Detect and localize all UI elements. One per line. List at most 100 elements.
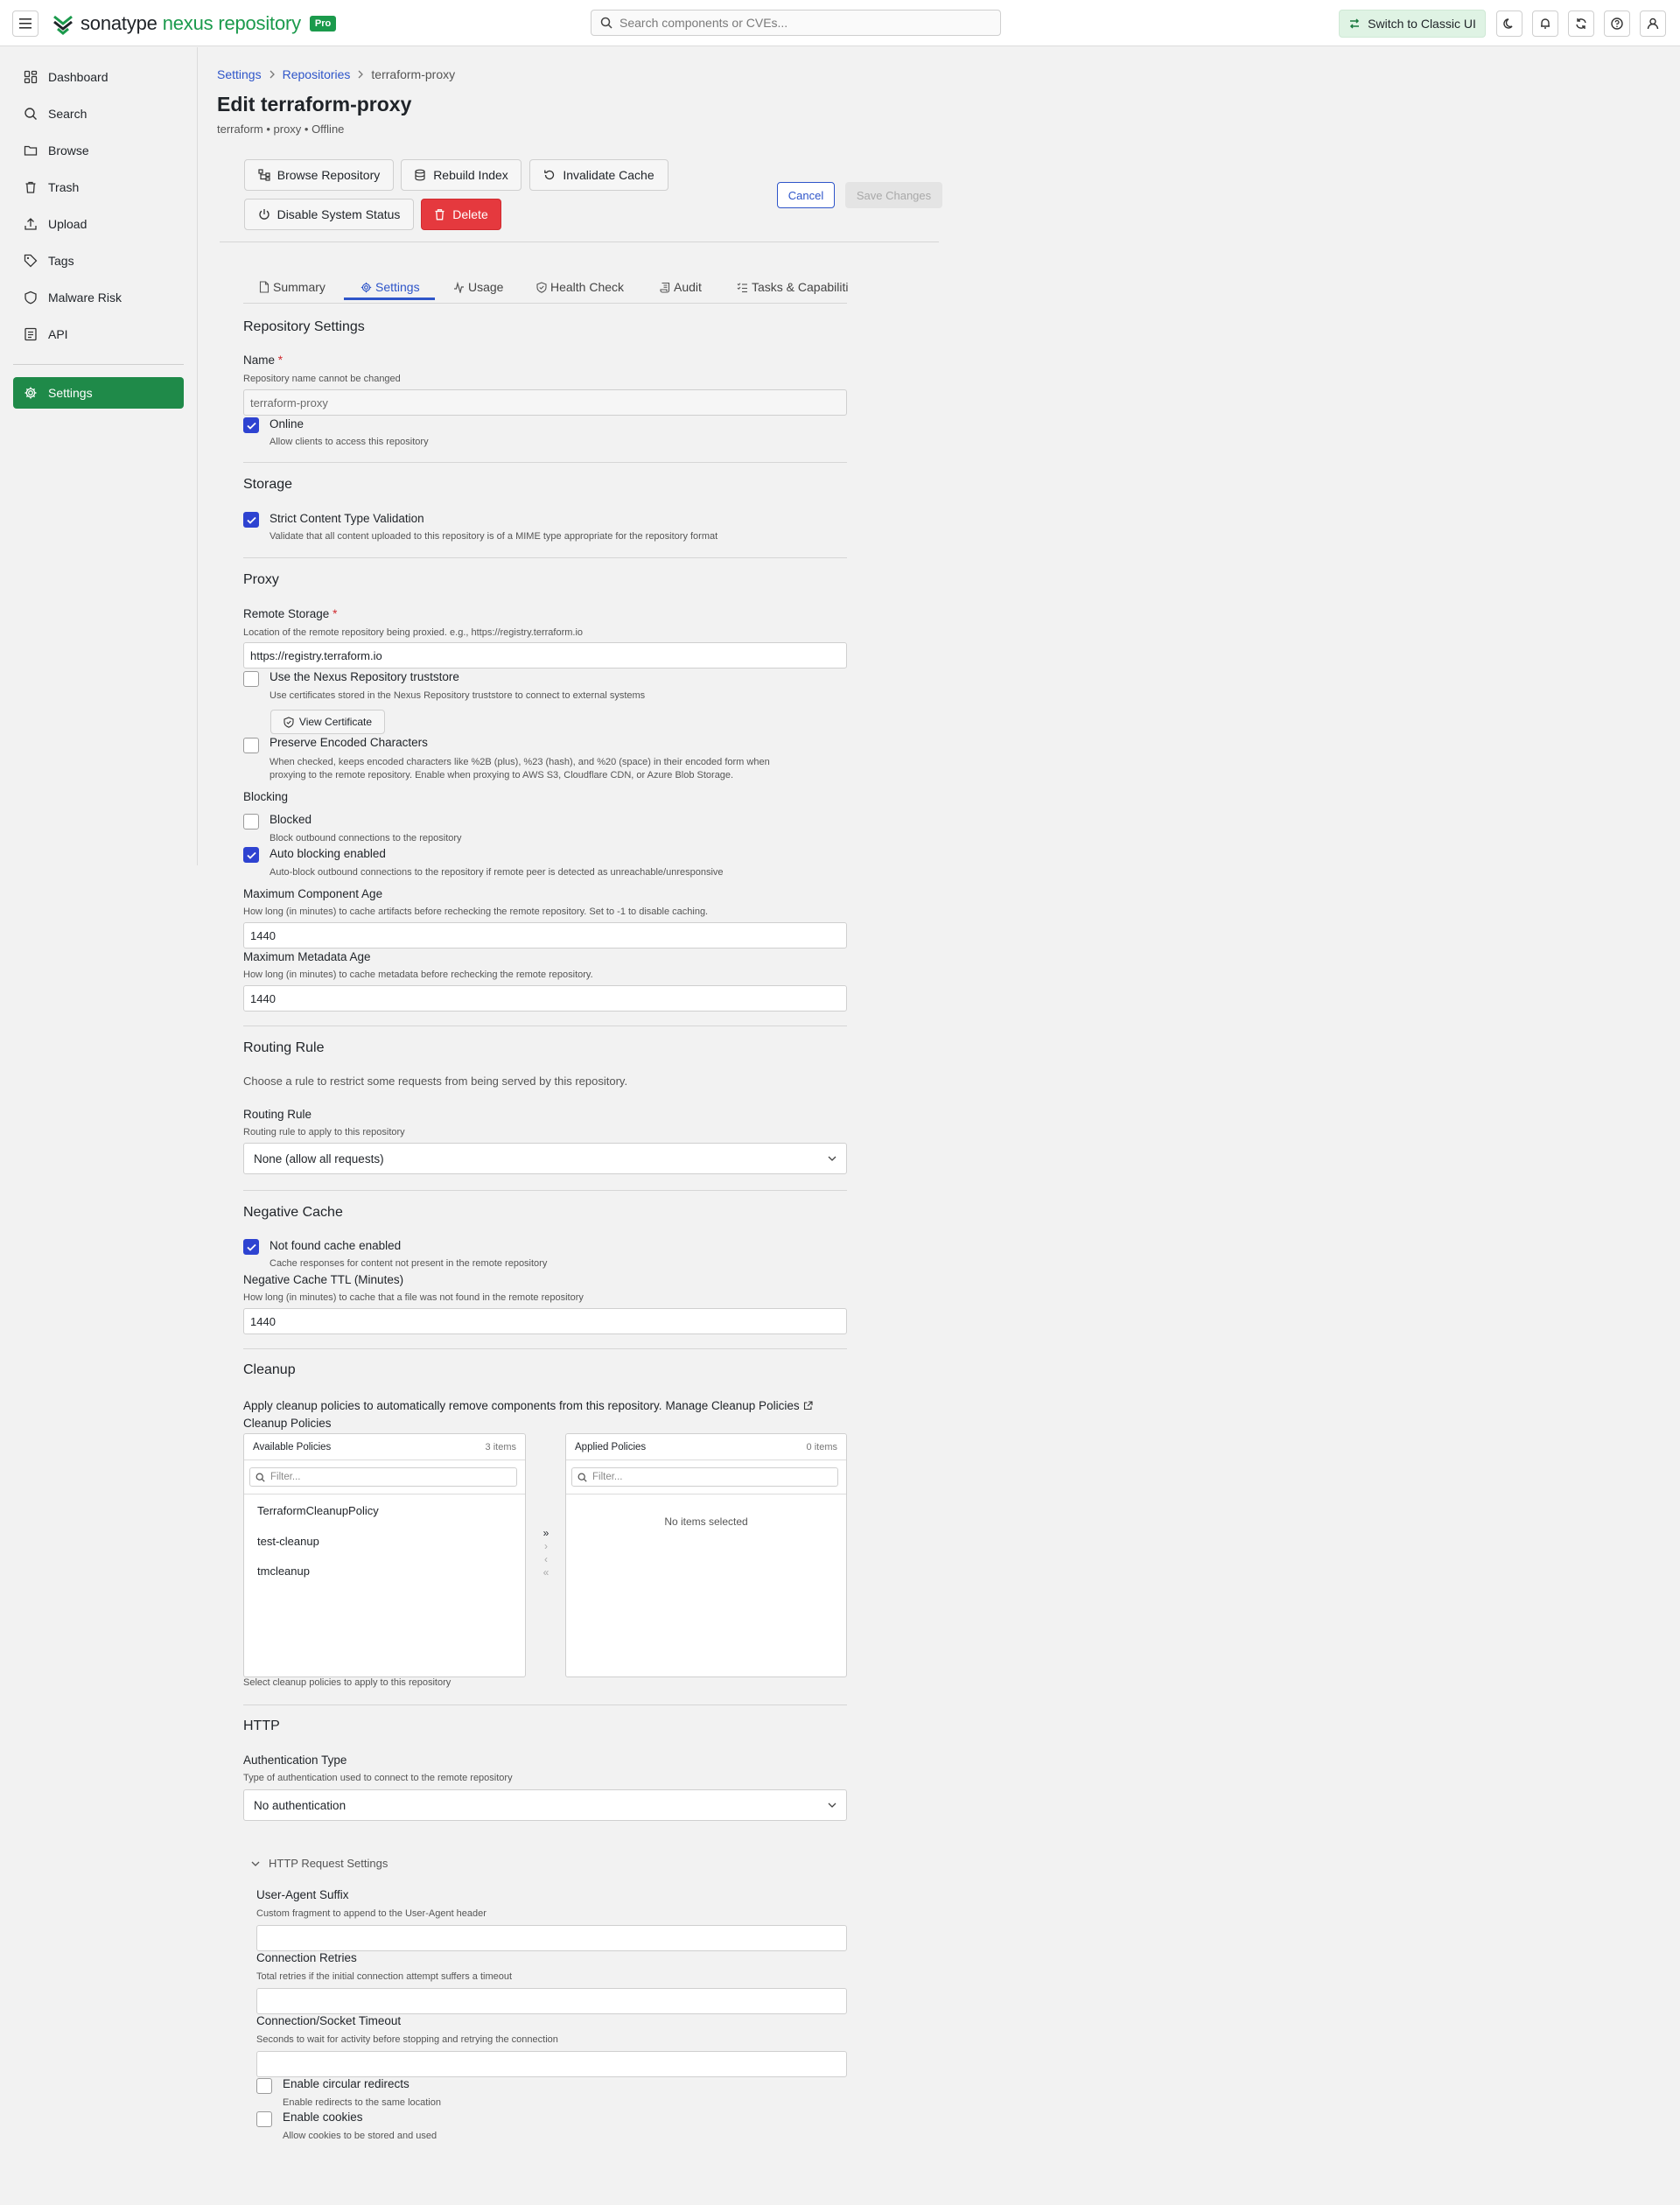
breadcrumb-repositories[interactable]: Repositories (283, 67, 351, 81)
user-agent-suffix-help: Custom fragment to append to the User-Ag… (256, 1908, 486, 1919)
truststore-checkbox[interactable] (243, 671, 259, 687)
negative-cache-ttl-label: Negative Cache TTL (Minutes) (243, 1273, 404, 1286)
theme-toggle-button[interactable] (1496, 10, 1522, 37)
move-right-icon[interactable]: › (544, 1541, 548, 1552)
tab-health-check[interactable]: Health Check (536, 275, 624, 299)
http-request-settings-toggle[interactable]: HTTP Request Settings (251, 1857, 388, 1870)
required-marker: * (332, 607, 338, 620)
max-component-age-input[interactable]: 1440 (243, 922, 847, 948)
list-item[interactable]: tmcleanup (257, 1564, 310, 1578)
sidebar-item-dashboard[interactable]: Dashboard (13, 61, 184, 93)
switch-classic-ui-button[interactable]: Switch to Classic UI (1339, 10, 1486, 38)
menu-toggle-button[interactable] (12, 10, 38, 37)
global-search[interactable] (591, 10, 1001, 36)
connection-retries-input[interactable] (256, 1988, 847, 2014)
invalidate-cache-button[interactable]: Invalidate Cache (529, 159, 668, 191)
sidebar-item-trash[interactable]: Trash (13, 172, 184, 203)
cleanup-policies-label: Cleanup Policies (243, 1417, 332, 1430)
move-left-icon[interactable]: ‹ (544, 1554, 548, 1565)
sidebar-item-search[interactable]: Search (13, 98, 184, 130)
applied-policies-list: Applied Policies 0 items No items select… (565, 1433, 847, 1677)
socket-timeout-input[interactable] (256, 2051, 847, 2077)
dashboard-icon (24, 70, 38, 84)
chevron-down-icon (828, 1802, 836, 1808)
routing-rule-select[interactable]: None (allow all requests) (243, 1143, 847, 1174)
available-policies-filter-input[interactable] (270, 1472, 489, 1482)
preserve-encoded-checkbox[interactable] (243, 738, 259, 753)
blocked-checkbox[interactable] (243, 814, 259, 830)
not-found-cache-checkbox[interactable] (243, 1239, 259, 1255)
circular-redirects-label: Enable circular redirects (283, 2077, 410, 2090)
tab-audit[interactable]: Audit (660, 275, 702, 299)
sidebar-item-upload[interactable]: Upload (13, 208, 184, 240)
move-all-left-icon[interactable]: « (543, 1567, 550, 1578)
save-changes-button[interactable]: Save Changes (845, 182, 942, 208)
applied-policies-empty: No items selected (664, 1516, 748, 1528)
trash-icon (434, 208, 445, 220)
delete-button[interactable]: Delete (421, 199, 501, 230)
auto-blocking-checkbox[interactable] (243, 847, 259, 863)
shield-check-icon (536, 281, 547, 293)
brand-logo[interactable]: sonatype nexus repository Pro (51, 10, 337, 37)
tab-label: Usage (468, 280, 504, 294)
refresh-icon (1575, 18, 1587, 30)
authentication-type-select[interactable]: No authentication (243, 1789, 847, 1821)
refresh-button[interactable] (1568, 10, 1594, 37)
online-checkbox[interactable] (243, 417, 259, 433)
disable-system-status-button[interactable]: Disable System Status (244, 199, 414, 230)
enable-cookies-checkbox[interactable] (256, 2111, 272, 2127)
sidebar-item-settings[interactable]: Settings (13, 377, 184, 409)
required-marker: * (277, 354, 284, 367)
sidebar-item-api[interactable]: API (13, 318, 184, 350)
applied-policies-filter[interactable] (571, 1467, 838, 1487)
tab-summary[interactable]: Summary (259, 275, 326, 299)
global-search-input[interactable] (620, 16, 970, 30)
list-item[interactable]: test-cleanup (257, 1535, 319, 1548)
upload-icon (24, 217, 38, 231)
breadcrumb-settings[interactable]: Settings (217, 67, 262, 81)
list-item[interactable]: TerraformCleanupPolicy (257, 1504, 379, 1517)
help-button[interactable] (1604, 10, 1630, 37)
strict-content-validation-checkbox[interactable] (243, 512, 259, 528)
external-link-icon (803, 1401, 813, 1410)
api-icon (24, 327, 38, 341)
name-label-text: Name (243, 354, 276, 367)
remote-storage-label: Remote Storage * (243, 607, 337, 620)
available-policies-filter[interactable] (249, 1467, 517, 1487)
move-all-right-icon[interactable]: » (543, 1528, 550, 1539)
sidebar-item-label: Trash (48, 180, 80, 194)
chevron-down-icon (828, 1156, 836, 1161)
active-tab-indicator (344, 298, 435, 300)
circular-redirects-checkbox[interactable] (256, 2078, 272, 2094)
sidebar-item-malware-risk[interactable]: Malware Risk (13, 282, 184, 313)
top-bar: sonatype nexus repository Pro Switch to … (0, 0, 1680, 46)
tab-settings[interactable]: Settings (360, 275, 420, 299)
remote-storage-input[interactable]: https://registry.terraform.io (243, 642, 847, 668)
sidebar-item-tags[interactable]: Tags (13, 245, 184, 276)
available-policies-count: 3 items (485, 1441, 516, 1452)
manage-cleanup-policies-link[interactable]: Manage Cleanup Policies (665, 1399, 799, 1412)
negative-cache-ttl-input[interactable]: 1440 (243, 1308, 847, 1334)
max-metadata-age-input[interactable]: 1440 (243, 985, 847, 1012)
view-certificate-button[interactable]: View Certificate (270, 710, 385, 734)
http-request-settings-label: HTTP Request Settings (269, 1857, 388, 1870)
sidebar-item-browse[interactable]: Browse (13, 135, 184, 166)
user-agent-suffix-input[interactable] (256, 1925, 847, 1951)
rebuild-index-button[interactable]: Rebuild Index (401, 159, 522, 191)
applied-policies-filter-input[interactable] (592, 1472, 811, 1482)
notifications-button[interactable] (1532, 10, 1558, 37)
browse-repository-button[interactable]: Browse Repository (244, 159, 394, 191)
check-icon (246, 1243, 256, 1251)
sidebar-item-label: Malware Risk (48, 290, 122, 304)
user-menu-button[interactable] (1640, 10, 1666, 37)
section-title-http: HTTP (243, 1718, 280, 1733)
cancel-button[interactable]: Cancel (777, 182, 835, 208)
online-help: Allow clients to access this repository (270, 437, 429, 447)
tab-tasks-capabilities[interactable]: Tasks & Capabiliti (737, 275, 848, 299)
check-icon (246, 851, 256, 859)
name-help: Repository name cannot be changed (243, 374, 401, 384)
chevron-right-icon (269, 70, 276, 79)
breadcrumb: Settings Repositories terraform-proxy (217, 67, 455, 81)
pro-badge: Pro (309, 16, 337, 32)
tab-usage[interactable]: Usage (453, 275, 503, 299)
